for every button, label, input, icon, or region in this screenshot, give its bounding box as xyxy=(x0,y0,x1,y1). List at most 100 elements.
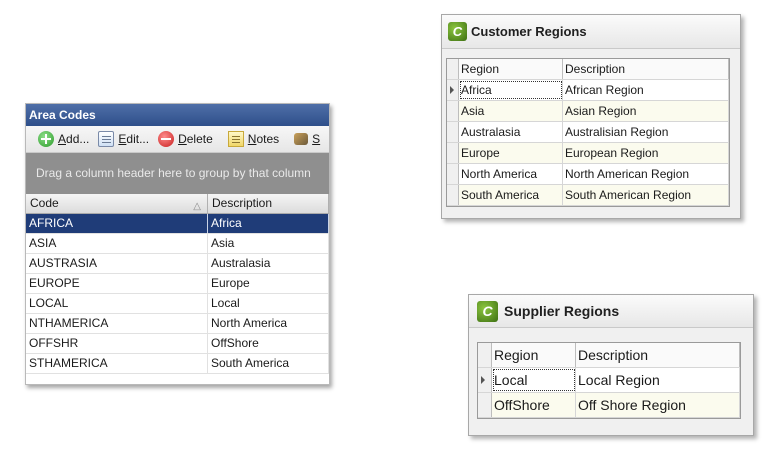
table-row[interactable]: South America South American Region xyxy=(447,185,729,206)
description-cell: Africa xyxy=(208,214,329,233)
column-header-description[interactable]: Description xyxy=(576,343,740,367)
table-row[interactable]: NTHAMERICA North America xyxy=(26,314,329,334)
region-cell[interactable]: Local xyxy=(492,368,576,392)
table-row[interactable]: Asia Asian Region xyxy=(447,101,729,122)
table-row[interactable]: LOCAL Local xyxy=(26,294,329,314)
region-cell[interactable]: OffShore xyxy=(492,393,576,417)
column-header-code-label: Code xyxy=(30,196,59,210)
description-cell: OffShore xyxy=(208,334,329,353)
current-row-indicator-icon xyxy=(447,80,459,100)
delete-hotkey: D xyxy=(178,132,187,146)
notes-icon xyxy=(227,131,244,147)
delete-button[interactable]: Delete xyxy=(158,131,213,147)
customer-regions-title: Customer Regions xyxy=(471,24,587,39)
notes-label: otes xyxy=(256,132,280,146)
supplier-regions-titlebar: C Supplier Regions xyxy=(469,295,753,328)
grid-header: Region Description xyxy=(447,59,729,80)
description-cell[interactable]: Off Shore Region xyxy=(576,393,740,417)
group-by-panel[interactable]: Drag a column header here to group by th… xyxy=(26,153,329,194)
column-header-region[interactable]: Region xyxy=(492,343,576,367)
supplier-regions-grid: Region Description Local Local Region Of… xyxy=(477,342,741,419)
supplier-regions-title: Supplier Regions xyxy=(504,303,620,319)
customer-regions-window: C Customer Regions Region Description Af… xyxy=(441,14,741,219)
description-cell[interactable]: Asian Region xyxy=(563,101,729,121)
current-row-indicator-icon xyxy=(478,368,492,392)
table-row[interactable]: Africa African Region xyxy=(447,80,729,101)
code-cell: ASIA xyxy=(26,234,208,253)
region-cell[interactable]: Europe xyxy=(459,143,563,163)
edit-icon xyxy=(98,131,115,147)
row-indicator-header xyxy=(478,343,492,367)
column-header-code[interactable]: Code △ xyxy=(26,194,208,213)
add-button[interactable]: Add... xyxy=(38,131,89,147)
row-indicator xyxy=(447,122,459,142)
customer-regions-grid: Region Description Africa African Region… xyxy=(446,58,730,207)
code-cell: LOCAL xyxy=(26,294,208,313)
edit-button[interactable]: Edit... xyxy=(98,131,149,147)
region-cell[interactable]: Asia xyxy=(459,101,563,121)
description-cell: North America xyxy=(208,314,329,333)
code-cell: AUSTRASIA xyxy=(26,254,208,273)
sort-ascending-icon: △ xyxy=(193,201,201,212)
description-cell[interactable]: South American Region xyxy=(563,185,729,205)
description-cell[interactable]: North American Region xyxy=(563,164,729,184)
add-label: dd... xyxy=(66,132,90,146)
area-codes-grid: Code △ Description AFRICA Africa ASIA Asia… xyxy=(26,194,329,374)
grid-rows: AFRICA Africa ASIA Asia AUSTRASIA Australas… xyxy=(26,214,329,374)
column-header-description[interactable]: Description xyxy=(208,194,329,213)
table-row[interactable]: OffShore Off Shore Region xyxy=(478,393,740,418)
add-hotkey: A xyxy=(58,132,67,146)
code-cell: AFRICA xyxy=(26,214,208,233)
row-indicator xyxy=(447,101,459,121)
description-cell[interactable]: Local Region xyxy=(576,368,740,392)
column-header-region[interactable]: Region xyxy=(459,59,563,79)
table-row[interactable]: AFRICA Africa xyxy=(26,214,329,234)
table-row[interactable]: Australasia Australisian Region xyxy=(447,122,729,143)
area-codes-title: Area Codes xyxy=(26,104,329,126)
table-row[interactable]: AUSTRASIA Australasia xyxy=(26,254,329,274)
code-cell: EUROPE xyxy=(26,274,208,293)
table-row[interactable]: OFFSHR OffShore xyxy=(26,334,329,354)
grid-header: Code △ Description xyxy=(26,194,329,214)
region-cell[interactable]: Australasia xyxy=(459,122,563,142)
table-row[interactable]: Europe European Region xyxy=(447,143,729,164)
grid-header: Region Description xyxy=(478,343,740,368)
code-cell: STHAMERICA xyxy=(26,354,208,373)
row-indicator xyxy=(447,164,459,184)
app-logo-icon: C xyxy=(477,300,498,322)
customer-regions-titlebar: C Customer Regions xyxy=(442,15,740,49)
region-cell[interactable]: Africa xyxy=(459,80,563,100)
description-cell: Local xyxy=(208,294,329,313)
table-row[interactable]: ASIA Asia xyxy=(26,234,329,254)
delete-label: elete xyxy=(186,132,213,146)
description-cell: Europe xyxy=(208,274,329,293)
area-codes-window: Area Codes Add... Edit... Delete Notes S… xyxy=(25,103,330,385)
edit-label: dit... xyxy=(126,132,150,146)
area-codes-toolbar: Add... Edit... Delete Notes S xyxy=(26,126,329,153)
description-cell: Asia xyxy=(208,234,329,253)
more-icon xyxy=(294,133,309,145)
description-cell: Australasia xyxy=(208,254,329,273)
delete-icon xyxy=(158,131,175,147)
add-icon xyxy=(38,131,54,147)
region-cell[interactable]: North America xyxy=(459,164,563,184)
table-row[interactable]: Local Local Region xyxy=(478,368,740,393)
more-button[interactable]: S xyxy=(294,132,320,146)
row-indicator xyxy=(447,143,459,163)
table-row[interactable]: STHAMERICA South America xyxy=(26,354,329,374)
more-hotkey: S xyxy=(312,132,321,146)
column-header-description[interactable]: Description xyxy=(563,59,729,79)
description-cell[interactable]: European Region xyxy=(563,143,729,163)
row-indicator xyxy=(447,185,459,205)
row-indicator-header xyxy=(447,59,459,79)
code-cell: OFFSHR xyxy=(26,334,208,353)
notes-button[interactable]: Notes xyxy=(227,131,280,147)
code-cell: NTHAMERICA xyxy=(26,314,208,333)
row-indicator xyxy=(478,393,492,417)
table-row[interactable]: EUROPE Europe xyxy=(26,274,329,294)
description-cell[interactable]: African Region xyxy=(563,80,729,100)
app-logo-icon: C xyxy=(448,22,467,41)
region-cell[interactable]: South America xyxy=(459,185,563,205)
description-cell[interactable]: Australisian Region xyxy=(563,122,729,142)
table-row[interactable]: North America North American Region xyxy=(447,164,729,185)
